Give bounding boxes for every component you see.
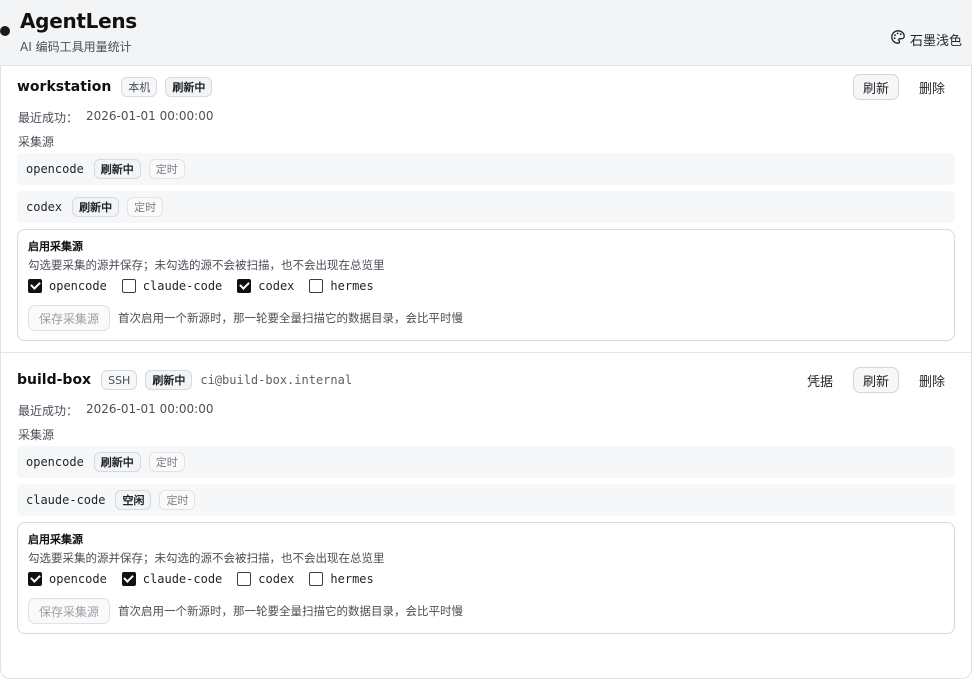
ssh-badge: SSH (101, 370, 138, 390)
checkbox-claude-code[interactable]: claude-code (121, 279, 222, 293)
checkbox-unchecked-icon[interactable] (309, 572, 324, 586)
enable-sources-title: 启用采集源 (28, 533, 83, 546)
machine-header: build-box SSH 刷新中 ci@build-box.internal (17, 369, 352, 391)
machine-actions: 凭据 刷新 删除 (797, 367, 955, 393)
checkbox-unchecked-icon[interactable] (309, 279, 324, 293)
source-row: opencode 刷新中 定时 (17, 446, 955, 478)
delete-button[interactable]: 删除 (909, 367, 955, 393)
app-header: AgentLens AI 编码工具用量统计 石墨浅色 (0, 0, 972, 66)
save-sources-button[interactable]: 保存采集源 (28, 305, 111, 331)
source-row: claude-code 空闲 定时 (17, 484, 955, 516)
save-hint: 首次启用一个新源时，那一轮要全量扫描它的数据目录，会比平时慢 (118, 604, 464, 618)
source-name: claude-code (26, 493, 106, 507)
checkbox-codex[interactable]: codex (237, 279, 294, 293)
theme-switch-button[interactable]: 石墨浅色 (890, 28, 962, 50)
last-success-label: 最近成功： (18, 111, 79, 125)
enable-sources-desc: 勾选要采集的源并保存；未勾选的源不会被扫描，也不会出现在总览里 (28, 258, 385, 272)
refreshing-badge: 刷新中 (165, 77, 213, 97)
app-subtitle: AI 编码工具用量统计 (20, 40, 132, 54)
source-status-badge: 刷新中 (72, 197, 120, 217)
checkbox-hermes[interactable]: hermes (309, 279, 374, 293)
enable-sources-box: 启用采集源 勾选要采集的源并保存；未勾选的源不会被扫描，也不会出现在总览里 op… (17, 522, 955, 634)
enable-sources-desc: 勾选要采集的源并保存；未勾选的源不会被扫描，也不会出现在总览里 (28, 551, 385, 565)
last-success-time: 2026-01-01 00:00:00 (86, 402, 214, 416)
source-mode-badge: 定时 (148, 159, 185, 179)
last-success: 最近成功： 2026-01-01 00:00:00 (18, 109, 213, 126)
source-checkboxes: opencode claude-code codex hermes (28, 572, 374, 586)
checkbox-unchecked-icon[interactable] (237, 572, 252, 586)
local-badge: 本机 (121, 77, 158, 97)
refresh-button[interactable]: 刷新 (852, 74, 899, 100)
refresh-button[interactable]: 刷新 (852, 367, 899, 393)
source-mode-badge: 定时 (148, 452, 185, 472)
last-success-time: 2026-01-01 00:00:00 (86, 109, 214, 123)
checkbox-checked-icon[interactable] (237, 279, 252, 293)
enable-sources-footer: 保存采集源 首次启用一个新源时，那一轮要全量扫描它的数据目录，会比平时慢 (28, 305, 463, 331)
save-sources-button[interactable]: 保存采集源 (28, 598, 111, 624)
enable-sources-box: 启用采集源 勾选要采集的源并保存；未勾选的源不会被扫描，也不会出现在总览里 op… (17, 229, 955, 341)
checkbox-hermes[interactable]: hermes (309, 572, 374, 586)
palette-icon (890, 29, 906, 49)
save-hint: 首次启用一个新源时，那一轮要全量扫描它的数据目录，会比平时慢 (118, 311, 464, 325)
source-checkboxes: opencode claude-code codex hermes (28, 279, 374, 293)
source-status-badge: 刷新中 (93, 159, 141, 179)
checkbox-checked-icon[interactable] (28, 279, 42, 293)
checkbox-opencode[interactable]: opencode (28, 572, 107, 586)
source-name: codex (26, 200, 63, 214)
delete-button[interactable]: 删除 (909, 74, 955, 100)
ssh-host: ci@build-box.internal (200, 373, 353, 387)
theme-label: 石墨浅色 (909, 33, 962, 49)
last-success: 最近成功： 2026-01-01 00:00:00 (18, 402, 213, 419)
machine-card-build-box: build-box SSH 刷新中 ci@build-box.internal … (1, 354, 971, 654)
last-success-label: 最近成功： (18, 404, 79, 418)
checkbox-unchecked-icon[interactable] (121, 279, 136, 293)
machine-name: build-box (17, 372, 92, 388)
source-status-badge: 刷新中 (93, 452, 141, 472)
machine-card-workstation: workstation 本机 刷新中 刷新 删除 最近成功： 2026-01-0… (1, 66, 971, 353)
sources-title: 采集源 (18, 428, 55, 442)
checkbox-claude-code[interactable]: claude-code (121, 572, 222, 586)
status-dot-icon (0, 26, 10, 36)
source-name: opencode (26, 162, 84, 176)
source-mode-badge: 定时 (159, 490, 196, 510)
enable-sources-title: 启用采集源 (28, 240, 83, 253)
checkbox-checked-icon[interactable] (121, 572, 136, 586)
refreshing-badge: 刷新中 (145, 370, 193, 390)
machine-actions: 刷新 删除 (852, 74, 955, 100)
source-row: opencode 刷新中 定时 (17, 153, 955, 185)
machine-name: workstation (17, 79, 112, 95)
credentials-button[interactable]: 凭据 (797, 367, 843, 393)
checkbox-checked-icon[interactable] (28, 572, 42, 586)
machine-header: workstation 本机 刷新中 (17, 76, 213, 98)
source-status-badge: 空闲 (115, 490, 152, 510)
machines-panel: workstation 本机 刷新中 刷新 删除 最近成功： 2026-01-0… (0, 66, 972, 679)
source-row: codex 刷新中 定时 (17, 191, 955, 223)
source-name: opencode (26, 455, 84, 469)
app-title: AgentLens (20, 9, 137, 33)
checkbox-opencode[interactable]: opencode (28, 279, 107, 293)
checkbox-codex[interactable]: codex (237, 572, 294, 586)
enable-sources-footer: 保存采集源 首次启用一个新源时，那一轮要全量扫描它的数据目录，会比平时慢 (28, 598, 463, 624)
source-mode-badge: 定时 (127, 197, 164, 217)
sources-title: 采集源 (18, 135, 55, 149)
